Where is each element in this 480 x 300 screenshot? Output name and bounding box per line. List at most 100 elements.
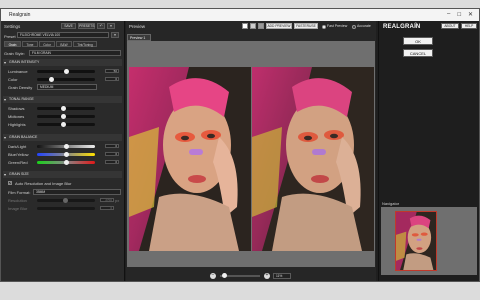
resolution-slider[interactable]	[37, 198, 95, 203]
help-button[interactable]: HELP	[461, 23, 477, 29]
save-button[interactable]: SAVE	[61, 23, 76, 29]
maximize-icon[interactable]: ☐	[457, 12, 461, 18]
color-label: Color	[8, 77, 18, 82]
zoom-in-button[interactable]: +	[264, 273, 270, 279]
blue-yellow-knob[interactable]	[63, 152, 69, 157]
image-blur-slider[interactable]	[37, 207, 95, 210]
ok-button[interactable]: OK	[403, 37, 433, 45]
luminance-slider[interactable]	[37, 69, 95, 74]
midtones-label: Midtones	[8, 114, 25, 119]
tab-color[interactable]: Color	[39, 41, 55, 47]
accurate-label: Accurate	[357, 24, 371, 28]
section-grain-balance[interactable]: GRAIN BALANCE	[3, 134, 122, 141]
preview-image-original	[129, 67, 251, 251]
fast-preview-label: Fast Preview	[327, 24, 348, 28]
blue-yellow-value[interactable]: 0	[105, 152, 119, 156]
luminance-label: Luminance	[8, 69, 28, 74]
section-grain-intensity[interactable]: GRAIN INTENSITY	[3, 59, 122, 66]
preset-label: Preset	[4, 34, 16, 39]
zoom-knob[interactable]	[222, 273, 227, 278]
preview-mode-button[interactable]: FASTERUSE	[294, 23, 318, 29]
app-window: Realgrain – ☐ ✕ Settings SAVE PRESETS ↶ …	[0, 8, 480, 282]
tab-tint-toning[interactable]: Tint/Toning	[73, 41, 97, 47]
about-button[interactable]: ABOUT	[441, 23, 459, 29]
side-by-side-view-icon[interactable]	[258, 23, 264, 29]
tab-grain[interactable]: Grain	[4, 41, 21, 47]
blue-yellow-slider[interactable]	[37, 152, 95, 157]
green-red-label: Green/Red	[8, 160, 28, 165]
image-blur-value[interactable]: 0	[100, 206, 114, 210]
green-red-knob[interactable]	[63, 160, 69, 165]
split-view-icon[interactable]	[250, 23, 256, 29]
resolution-knob[interactable]	[63, 198, 68, 203]
dark-light-label: Dark/Light	[8, 144, 27, 149]
grain-density-label: Grain Density	[8, 85, 33, 90]
auto-resolution-label: Auto Resolution and Image Blur	[15, 181, 72, 186]
tab-bw[interactable]: B&W	[56, 41, 72, 47]
close-icon[interactable]: ✕	[468, 11, 473, 18]
preview-image-grain	[252, 67, 374, 251]
color-slider[interactable]	[37, 77, 95, 82]
shadows-knob[interactable]	[60, 106, 66, 111]
settings-tabs: Grain Tone Color B&W Tint/Toning	[4, 41, 122, 48]
midtones-knob[interactable]	[60, 114, 66, 119]
navigator-viewport[interactable]	[395, 211, 437, 271]
preset-menu-icon[interactable]: ▾	[107, 23, 115, 29]
preset-chevron-icon[interactable]: ▾	[111, 32, 119, 38]
app-title: Realgrain	[9, 12, 31, 18]
right-panel: REALGRAIN 2 ABOUT HELP OK CANCEL Navigat…	[378, 21, 479, 281]
film-format-label: Film Format:	[8, 190, 31, 195]
tab-tone[interactable]: Tone	[22, 41, 38, 47]
presets-button[interactable]: PRESETS	[78, 23, 95, 29]
dark-light-knob[interactable]	[63, 144, 69, 149]
auto-resolution-checkbox[interactable]: ✓	[8, 181, 12, 185]
preview-label: Preview	[129, 24, 146, 29]
section-grain-size[interactable]: GRAIN SIZE	[3, 171, 122, 178]
green-red-slider[interactable]	[37, 160, 95, 165]
zoom-slider[interactable]	[220, 273, 260, 278]
color-value[interactable]: 0	[105, 77, 119, 81]
navigator-panel	[381, 207, 477, 275]
green-red-value[interactable]: 0	[105, 160, 119, 164]
highlights-slider[interactable]	[37, 122, 95, 127]
luminance-value[interactable]: 50	[105, 69, 119, 73]
section-tonal-range[interactable]: TONAL RANGE	[3, 96, 122, 103]
add-preview-button[interactable]: ADD PREVIEW	[266, 23, 292, 29]
film-format-select[interactable]: 35MM	[33, 189, 121, 195]
shadows-slider[interactable]	[37, 106, 95, 111]
zoom-select[interactable]: 11%	[273, 273, 291, 279]
preview-tab-label: Preview 1	[130, 36, 146, 40]
fast-preview-radio[interactable]	[322, 25, 326, 29]
resolution-unit: px	[115, 198, 120, 203]
image-blur-label: Image Blur	[8, 206, 28, 211]
midtones-slider[interactable]	[37, 114, 95, 119]
preview-tab[interactable]: Preview 1	[127, 34, 151, 41]
title-bar: Realgrain – ☐ ✕	[1, 9, 479, 21]
preview-panel: Preview ADD PREVIEW FASTERUSE Fast Previ…	[126, 21, 376, 281]
shadows-label: Shadows	[8, 106, 25, 111]
settings-label: Settings	[4, 24, 21, 29]
grain-density-select[interactable]: MEDIUM	[37, 84, 97, 90]
navigator-thumbnail	[396, 212, 436, 270]
grain-style-label: Grain Style:	[4, 51, 25, 56]
luminance-knob[interactable]	[63, 69, 69, 74]
color-knob[interactable]	[49, 77, 54, 82]
portrait-image-grain	[252, 67, 374, 251]
accurate-radio[interactable]	[352, 25, 356, 29]
grain-style-select[interactable]: FILM GRAIN	[29, 50, 121, 56]
portrait-image	[129, 67, 251, 251]
zoom-out-button[interactable]: −	[210, 273, 216, 279]
navigator-label: Navigator	[382, 201, 400, 206]
undo-icon[interactable]: ↶	[97, 23, 105, 29]
settings-panel: Settings SAVE PRESETS ↶ ▾ Preset FUJICHR…	[1, 21, 125, 281]
single-view-icon[interactable]	[242, 23, 248, 29]
dark-light-slider[interactable]	[37, 144, 95, 149]
resolution-value[interactable]: 2700	[100, 198, 114, 202]
minimize-icon[interactable]: –	[447, 11, 450, 17]
highlights-knob[interactable]	[60, 122, 66, 127]
dark-light-value[interactable]: 0	[105, 144, 119, 148]
highlights-label: Highlights	[8, 122, 26, 127]
cancel-button[interactable]: CANCEL	[403, 49, 433, 57]
brand-version: 2	[414, 23, 418, 29]
preset-select[interactable]: FUJICHROME VELVIA 100	[17, 32, 109, 38]
